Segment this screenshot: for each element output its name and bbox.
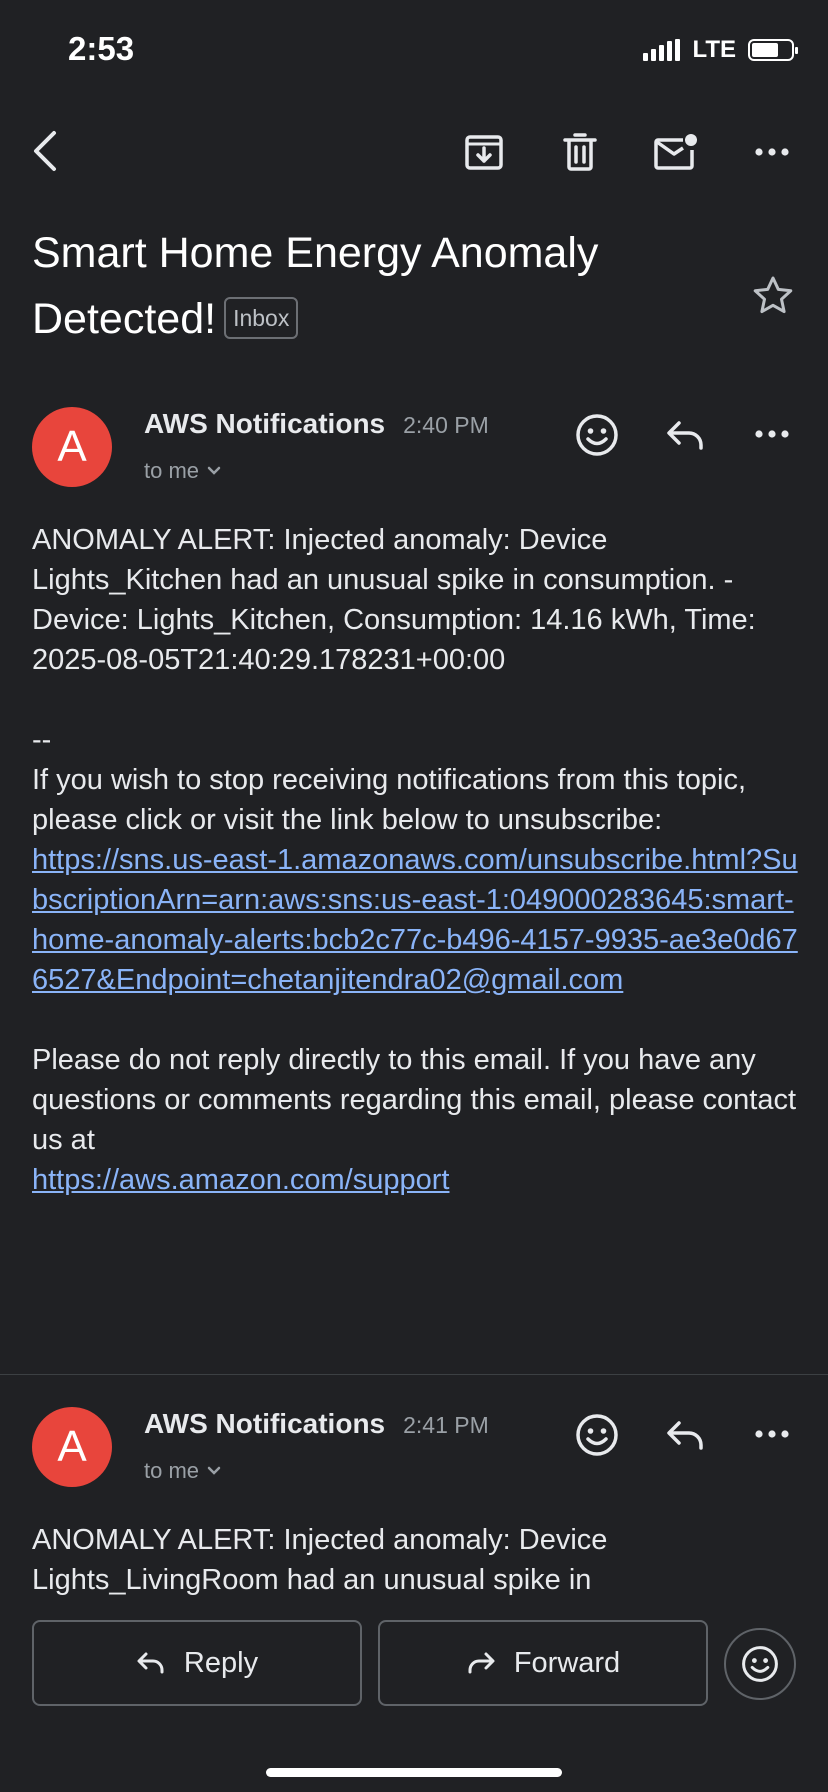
battery-icon bbox=[748, 39, 798, 61]
reply-label: Reply bbox=[183, 1646, 259, 1679]
star-icon bbox=[753, 276, 793, 314]
reply-icon bbox=[667, 1421, 703, 1450]
more-options-button[interactable] bbox=[748, 134, 796, 170]
mark-unread-button[interactable] bbox=[650, 128, 702, 176]
more-horizontal-icon bbox=[755, 430, 789, 438]
message-more-button[interactable] bbox=[748, 416, 796, 452]
message-body: ANOMALY ALERT: Injected anomaly: Device … bbox=[32, 520, 804, 1200]
message-divider bbox=[0, 1374, 828, 1375]
inbox-label-badge[interactable]: Inbox bbox=[224, 296, 299, 339]
recipient-toggle[interactable]: to me bbox=[144, 458, 221, 484]
message-header: AWS Notifications 2:41 PM bbox=[144, 1408, 489, 1440]
reply-icon bbox=[137, 1652, 164, 1674]
more-horizontal-icon bbox=[755, 148, 789, 156]
unsubscribe-link[interactable]: https://sns.us-east-1.amazonaws.com/unsu… bbox=[32, 844, 798, 996]
status-indicators: LTE bbox=[643, 36, 798, 64]
recipient-toggle[interactable]: to me bbox=[144, 1458, 221, 1484]
star-button[interactable] bbox=[748, 270, 798, 320]
more-horizontal-icon bbox=[755, 1430, 789, 1438]
recipient-label: to me bbox=[144, 458, 200, 483]
subject-title: Smart Home Energy Anomaly Detected! bbox=[32, 229, 599, 343]
chevron-down-icon bbox=[207, 1466, 221, 1475]
forward-button[interactable]: Forward bbox=[378, 1620, 708, 1706]
sender-name[interactable]: AWS Notifications bbox=[144, 1408, 385, 1440]
signature-separator: -- bbox=[32, 724, 52, 756]
reply-message-button[interactable] bbox=[660, 1410, 710, 1460]
message-header: AWS Notifications 2:40 PM bbox=[144, 408, 489, 440]
sender-avatar[interactable]: A bbox=[32, 407, 112, 487]
add-reaction-button[interactable] bbox=[570, 1408, 624, 1462]
react-button[interactable] bbox=[724, 1628, 796, 1700]
sender-name[interactable]: AWS Notifications bbox=[144, 408, 385, 440]
reply-message-button[interactable] bbox=[660, 410, 710, 460]
chevron-down-icon bbox=[207, 466, 221, 475]
emoji-icon bbox=[576, 414, 618, 456]
back-arrow-icon bbox=[34, 131, 56, 171]
archive-button[interactable] bbox=[460, 128, 508, 176]
signal-icon bbox=[643, 39, 681, 61]
alert-text: ANOMALY ALERT: Injected anomaly: Device … bbox=[32, 524, 756, 676]
unsubscribe-text: If you wish to stop receiving notificati… bbox=[32, 764, 747, 836]
trash-icon bbox=[563, 133, 597, 171]
emoji-icon bbox=[742, 1646, 778, 1682]
message-more-button[interactable] bbox=[748, 1416, 796, 1452]
back-button[interactable] bbox=[22, 126, 66, 176]
message-body-preview: ANOMALY ALERT: Injected anomaly: Device … bbox=[32, 1520, 804, 1600]
home-indicator bbox=[266, 1768, 562, 1777]
add-reaction-button[interactable] bbox=[570, 408, 624, 462]
mark-unread-icon bbox=[654, 134, 697, 170]
reply-button[interactable]: Reply bbox=[32, 1620, 362, 1706]
sender-avatar[interactable]: A bbox=[32, 1407, 112, 1487]
message-time: 2:41 PM bbox=[403, 1412, 489, 1438]
support-link[interactable]: https://aws.amazon.com/support bbox=[32, 1164, 449, 1196]
alert-text: ANOMALY ALERT: Injected anomaly: Device … bbox=[32, 1524, 608, 1596]
emoji-icon bbox=[576, 1414, 618, 1456]
forward-icon bbox=[468, 1652, 495, 1674]
archive-icon bbox=[465, 135, 503, 170]
recipient-label: to me bbox=[144, 1458, 200, 1483]
email-subject: Smart Home Energy Anomaly Detected! Inbox bbox=[32, 220, 732, 352]
footer-text: Please do not reply directly to this ema… bbox=[32, 1044, 797, 1156]
network-label: LTE bbox=[692, 36, 736, 63]
delete-button[interactable] bbox=[556, 128, 604, 176]
forward-label: Forward bbox=[513, 1646, 621, 1679]
reply-icon bbox=[667, 421, 703, 450]
message-time: 2:40 PM bbox=[403, 412, 489, 438]
status-time: 2:53 bbox=[68, 30, 135, 67]
